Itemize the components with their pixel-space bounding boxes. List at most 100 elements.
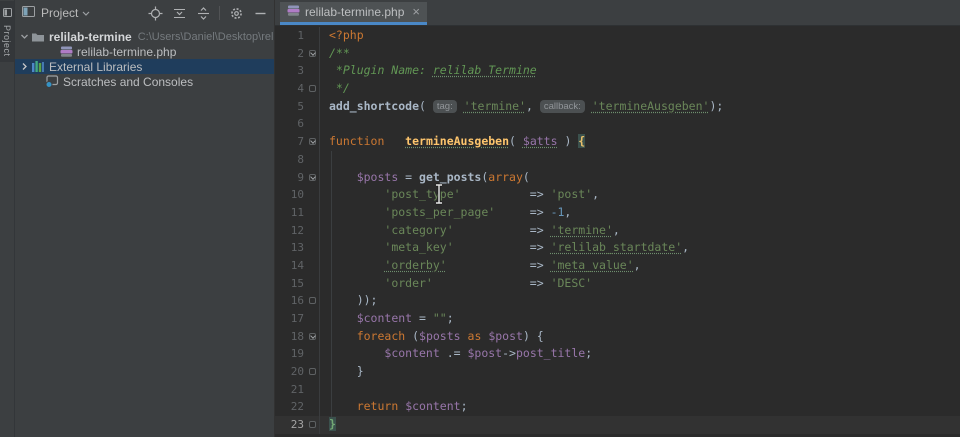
code-line[interactable]: 20 } — [275, 363, 960, 381]
fold-marker-end-icon[interactable] — [309, 368, 316, 376]
tab-relilab-termine-php[interactable]: relilab-termine.php × — [280, 2, 427, 25]
editor[interactable]: 1 <?php 2 /** 3 *Plugin Name: relilab Termin… — [275, 26, 960, 437]
line-number: 11 — [290, 205, 304, 219]
line-number: 13 — [290, 241, 304, 255]
code-line[interactable]: 10 'post_type' => 'post', — [275, 186, 960, 204]
fold-column[interactable] — [307, 416, 320, 434]
fold-column[interactable] — [307, 80, 320, 98]
ide-window: Project Project relilab-termine C:\Users… — [0, 0, 960, 437]
fold-marker-start-icon[interactable] — [309, 138, 316, 146]
code-line[interactable]: 11 'posts_per_page' => -1, — [275, 203, 960, 222]
code-line[interactable]: 22 return $content; — [275, 398, 960, 417]
line-number: 8 — [297, 152, 304, 166]
fold-column[interactable] — [307, 168, 320, 187]
tree-item-external-libraries[interactable]: External Libraries — [15, 59, 274, 74]
fold-marker-end-icon[interactable] — [309, 297, 316, 305]
code-text: return $content; — [356, 399, 468, 414]
fold-column — [307, 310, 320, 328]
fold-column[interactable] — [307, 363, 320, 381]
tree-item-scratches[interactable]: Scratches and Consoles — [15, 74, 274, 89]
code-text: 'posts_per_page' => -1, — [384, 204, 572, 219]
collapse-all-icon[interactable] — [193, 3, 213, 23]
code-line[interactable]: 7 function termineAusgeben( $atts ) { — [275, 133, 960, 151]
project-stripe-icon — [2, 4, 12, 22]
code-line[interactable]: 8 — [275, 150, 960, 169]
code-line[interactable]: 2 /** — [275, 44, 960, 63]
stripe-tab-project[interactable]: Project — [0, 1, 14, 62]
fold-column[interactable] — [307, 292, 320, 310]
code-line[interactable]: 4 */ — [275, 80, 960, 98]
code-line[interactable]: 15 'order' => 'DESC' — [275, 274, 960, 293]
code-line[interactable]: 9 $posts = get_posts(array( — [275, 168, 960, 187]
toolbar-separator — [219, 6, 220, 20]
fold-column — [307, 239, 320, 257]
code-line[interactable]: 21 — [275, 380, 960, 399]
fold-marker-end-icon[interactable] — [309, 85, 316, 93]
fold-column — [307, 115, 320, 134]
fold-column — [307, 274, 320, 293]
code-line[interactable]: 5 add_shortcode( tag: 'termine', callback… — [275, 97, 960, 116]
line-number: 3 — [297, 64, 304, 78]
fold-column[interactable] — [307, 44, 320, 63]
fold-column[interactable] — [307, 133, 320, 151]
code-line[interactable]: 6 — [275, 115, 960, 134]
code-line[interactable]: 23} — [275, 416, 960, 434]
line-number: 1 — [297, 29, 304, 42]
fold-marker-start-icon[interactable] — [309, 332, 316, 340]
code-line[interactable]: 18 foreach ($posts as $post) { — [275, 327, 960, 346]
fold-column[interactable] — [307, 327, 320, 346]
expand-all-icon[interactable] — [169, 3, 189, 23]
code-text: 'category' => 'termine', — [384, 222, 620, 237]
code-area: 1 <?php 2 /** 3 *Plugin Name: relilab Termin… — [275, 27, 960, 434]
code-line[interactable]: 19 $content .= $post->post_title; — [275, 345, 960, 364]
code-line[interactable]: 13 'meta_key' => 'relilab_startdate', — [275, 239, 960, 257]
project-panel-header: Project — [15, 0, 274, 26]
line-number: 2 — [297, 46, 304, 60]
fold-column — [307, 256, 320, 275]
code-text: } — [329, 417, 336, 432]
locate-button[interactable] — [145, 3, 165, 23]
tree-item-root[interactable]: relilab-termine C:\Users\Daniel\Desktop\r… — [15, 29, 274, 44]
project-tree: relilab-termine C:\Users\Daniel\Desktop\r… — [15, 26, 274, 89]
fold-marker-start-icon[interactable] — [309, 49, 316, 57]
code-text: function termineAusgeben( $atts ) { — [329, 134, 586, 149]
gear-icon[interactable] — [226, 3, 246, 23]
chevron-down-icon[interactable] — [82, 6, 90, 20]
fold-column — [307, 97, 320, 116]
php-file-icon — [287, 4, 300, 20]
tool-window-icon — [22, 5, 35, 21]
line-number: 22 — [290, 400, 304, 414]
code-line[interactable]: 17 $content = ""; — [275, 310, 960, 328]
code-line[interactable]: 12 'category' => 'termine', — [275, 221, 960, 240]
code-line[interactable]: 14 'orderby' => 'meta_value', — [275, 256, 960, 275]
fold-column — [307, 398, 320, 417]
fold-column — [307, 221, 320, 240]
fold-column — [307, 150, 320, 169]
code-line[interactable]: 1 <?php — [275, 27, 960, 45]
code-text: /** — [329, 45, 350, 60]
stripe-label: Project — [2, 25, 12, 57]
code-line[interactable]: 16 )); — [275, 292, 960, 310]
code-text: $content .= $post->post_title; — [384, 346, 593, 361]
chevron-down-icon[interactable] — [18, 32, 30, 41]
line-number: 23 — [290, 418, 304, 432]
tree-item-label: relilab-termine.php — [77, 44, 177, 59]
panel-title: Project — [41, 6, 79, 20]
line-number: 6 — [297, 117, 304, 131]
code-text: <?php — [329, 28, 364, 42]
code-text: foreach ($posts as $post) { — [356, 328, 544, 343]
hide-panel-icon[interactable] — [250, 3, 270, 23]
line-number: 16 — [290, 294, 304, 308]
code-line[interactable]: 3 *Plugin Name: relilab Termine — [275, 62, 960, 81]
chevron-right-icon[interactable] — [18, 62, 30, 71]
indent-guide — [331, 151, 332, 417]
fold-marker-end-icon[interactable] — [309, 421, 316, 429]
fold-column — [307, 62, 320, 81]
fold-marker-start-icon[interactable] — [309, 173, 316, 181]
tree-item-file[interactable]: relilab-termine.php — [15, 44, 274, 59]
close-icon[interactable]: × — [412, 5, 420, 18]
folder-icon — [30, 31, 46, 43]
tree-item-label: Scratches and Consoles — [63, 74, 194, 89]
